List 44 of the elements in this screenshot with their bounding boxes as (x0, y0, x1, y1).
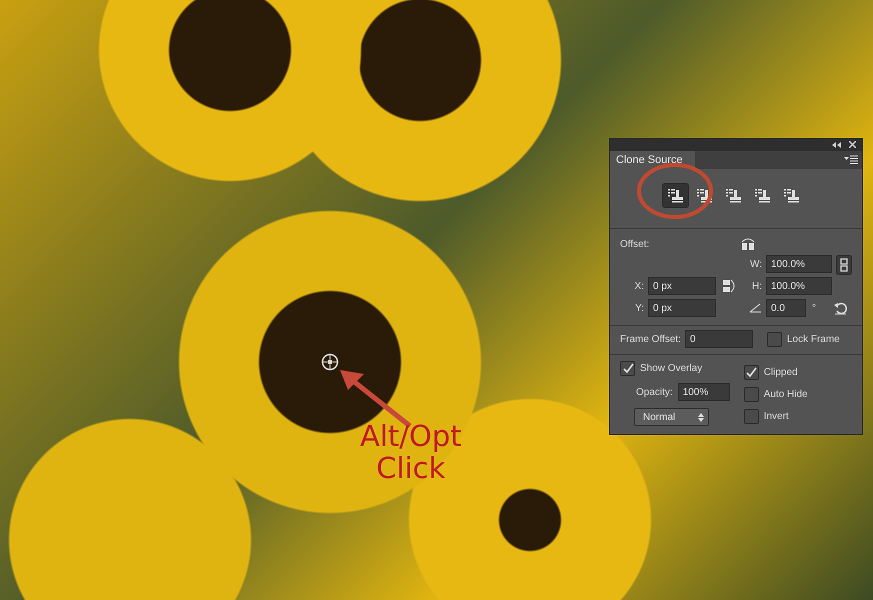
width-field[interactable]: 100.0% (766, 255, 832, 273)
clone-source-button[interactable] (662, 183, 689, 208)
overlay-option-label: Auto Hide (764, 389, 808, 400)
clone-stamp-icon (784, 188, 800, 204)
overlay-option-checkbox[interactable] (744, 365, 759, 380)
y-offset-field[interactable]: 0 px (648, 299, 716, 317)
collapse-icon[interactable] (832, 142, 841, 148)
lock-frame-label: Lock Frame (786, 334, 840, 344)
x-label: X: (634, 280, 645, 292)
show-overlay-label: Show Overlay (640, 363, 702, 374)
opacity-label: Opacity: (636, 386, 673, 398)
annotation-text: Click (376, 452, 446, 484)
x-offset-field[interactable]: 0 px (648, 277, 716, 295)
link-icon[interactable] (836, 255, 852, 275)
reset-icon[interactable] (834, 302, 847, 314)
annotation-text: Alt/Opt (360, 420, 462, 452)
show-overlay-checkbox[interactable] (620, 361, 635, 376)
opacity-field[interactable]: 100% (678, 383, 730, 401)
angle-field[interactable]: 0.0 (766, 299, 806, 317)
lock-frame-checkbox[interactable] (766, 332, 782, 346)
close-icon[interactable] (849, 141, 856, 148)
width-label: W: (748, 258, 763, 270)
blend-mode-dropdown[interactable]: Normal (634, 408, 709, 426)
height-label: H: (751, 280, 763, 292)
clone-stamp-icon (726, 188, 742, 204)
clone-stamp-icon (696, 188, 712, 204)
clone-stamp-icon (668, 188, 684, 204)
clone-stamp-icon (754, 188, 770, 204)
angle-icon (749, 303, 762, 313)
overlay-option-label: Invert (764, 411, 789, 422)
flip-horizontal-icon[interactable] (740, 237, 756, 251)
panel-menu-icon[interactable] (844, 155, 858, 164)
flip-vertical-icon[interactable] (722, 278, 736, 294)
overlay-option-checkbox[interactable] (744, 387, 759, 402)
crosshair-cursor-icon (321, 353, 339, 371)
frame-offset-label: Frame Offset: (620, 334, 681, 344)
offset-label: Offset: (620, 238, 650, 250)
frame-offset-field[interactable]: 0 (684, 330, 753, 348)
overlay-option-label: Clipped (764, 367, 798, 378)
height-field[interactable]: 100.0% (766, 277, 832, 295)
overlay-option-checkbox[interactable] (744, 409, 759, 424)
y-label: Y: (634, 302, 645, 314)
degree-symbol: ° (812, 302, 816, 314)
dropdown-arrows-icon (698, 412, 704, 422)
